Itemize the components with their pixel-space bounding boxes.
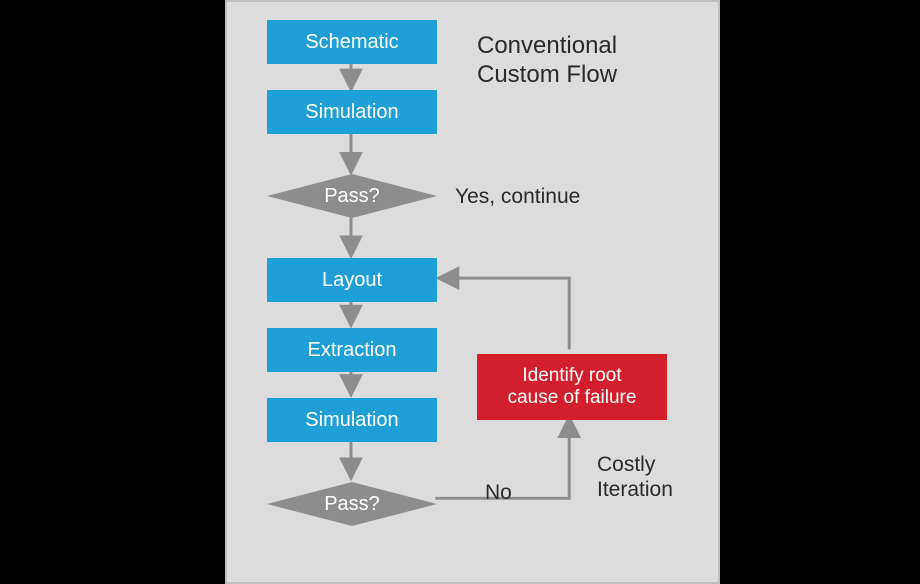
label-costly: Costly Iteration [597, 452, 673, 502]
node-simulation2: Simulation [267, 398, 437, 442]
label-no: No [485, 480, 512, 505]
title-line1: Conventional [477, 32, 617, 59]
node-label: Simulation [305, 409, 398, 432]
node-label: Pass? [267, 174, 437, 218]
node-label: Schematic [305, 31, 398, 54]
node-schematic: Schematic [267, 20, 437, 64]
diagram-canvas: Schematic Simulation Pass? Layout Extrac… [225, 0, 720, 584]
node-label-line2: cause of failure [508, 387, 637, 408]
node-label: Pass? [267, 482, 437, 526]
costly-line1: Costly [597, 453, 655, 476]
node-root-cause: Identify root cause of failure [477, 354, 667, 420]
node-label-line1: Identify root [522, 365, 621, 386]
node-pass1: Pass? [267, 174, 437, 218]
node-pass2: Pass? [267, 482, 437, 526]
node-simulation1: Simulation [267, 90, 437, 134]
costly-line2: Iteration [597, 478, 673, 501]
node-label: Simulation [305, 101, 398, 124]
node-label: Extraction [308, 339, 397, 362]
title-line2: Custom Flow [477, 61, 617, 88]
diagram-title: Conventional Custom Flow [477, 32, 617, 90]
node-extraction: Extraction [267, 328, 437, 372]
node-layout: Layout [267, 258, 437, 302]
node-label: Layout [322, 269, 382, 292]
label-yes-continue: Yes, continue [455, 184, 580, 209]
